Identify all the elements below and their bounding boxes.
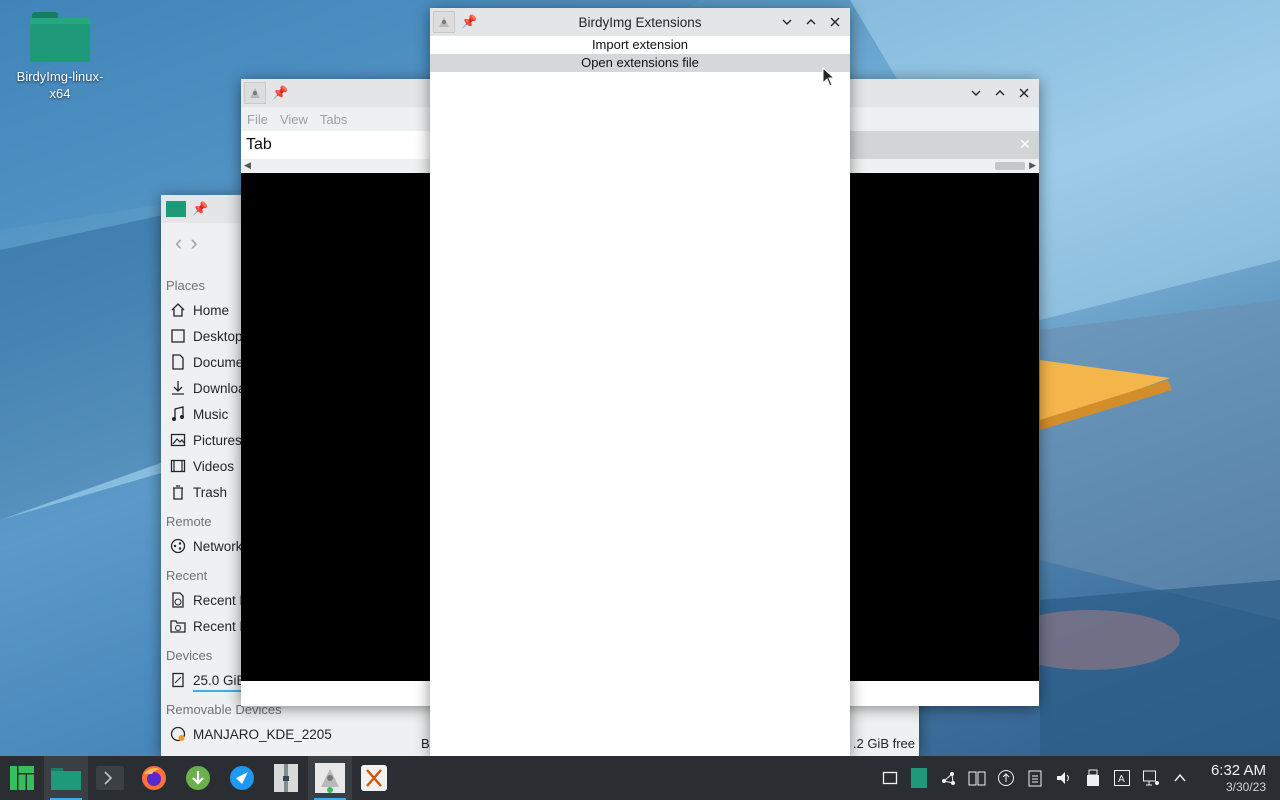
- trash-icon: [169, 483, 187, 501]
- show-desktop-icon[interactable]: [880, 768, 900, 788]
- taskbar-firefox[interactable]: [132, 756, 176, 800]
- taskbar: A 6:32 AM 3/30/23: [0, 756, 1280, 800]
- import-extension-button[interactable]: Import extension: [430, 36, 850, 54]
- mouse-cursor-icon: [822, 67, 836, 87]
- recent-files-icon: [169, 591, 187, 609]
- manjaro-logo-icon: [10, 766, 34, 790]
- digital-clock[interactable]: 6:32 AM 3/30/23: [1211, 762, 1266, 794]
- menu-view[interactable]: View: [280, 112, 308, 127]
- taskbar-birdyimg[interactable]: [308, 756, 352, 800]
- desktop-icon: [169, 327, 187, 345]
- folder-icon: [30, 10, 90, 62]
- archive-icon: [274, 764, 298, 792]
- music-icon: [169, 405, 187, 423]
- package-manager-icon[interactable]: [967, 768, 987, 788]
- taskbar-archiver[interactable]: [264, 756, 308, 800]
- home-icon: [169, 301, 187, 319]
- birdyimg-app-icon: [244, 82, 266, 104]
- kde-connect-icon[interactable]: [938, 768, 958, 788]
- usb-drive-icon: [169, 725, 187, 743]
- recent-locations-icon: [169, 617, 187, 635]
- network-icon[interactable]: [1141, 768, 1161, 788]
- window-controls: [967, 79, 1033, 107]
- places-item-label: Network: [193, 538, 243, 554]
- pager-icon[interactable]: [909, 768, 929, 788]
- application-launcher[interactable]: [0, 756, 44, 800]
- status-left-text: B: [421, 735, 430, 751]
- pin-icon[interactable]: 📌: [192, 201, 208, 217]
- maximize-icon[interactable]: [802, 13, 820, 31]
- discover-icon: [230, 766, 254, 790]
- cleaner-icon: [361, 765, 387, 791]
- clock-date: 3/30/23: [1225, 780, 1266, 794]
- places-item-label: Videos: [193, 458, 235, 474]
- taskbar-konsole[interactable]: [88, 756, 132, 800]
- minimize-icon[interactable]: [778, 13, 796, 31]
- forward-icon[interactable]: ›: [190, 230, 197, 256]
- clipboard-icon[interactable]: [1025, 768, 1045, 788]
- tab-close-icon[interactable]: ✕: [1017, 136, 1033, 152]
- places-item-label: Pictures: [193, 432, 242, 448]
- places-item-label: Home: [193, 302, 230, 318]
- network-icon: [169, 537, 187, 555]
- back-icon[interactable]: ‹: [175, 230, 182, 256]
- hard-drive-icon: [169, 671, 187, 689]
- birdyimg-icon: [315, 763, 345, 793]
- videos-icon: [169, 457, 187, 475]
- close-icon[interactable]: [826, 13, 844, 31]
- desktop-folder-birdyimg[interactable]: BirdyImg-linux-x64: [8, 10, 112, 102]
- terminal-icon: [96, 766, 124, 790]
- places-item-label: Music: [193, 406, 229, 422]
- taskbar-cleaner[interactable]: [352, 756, 396, 800]
- tab-main[interactable]: Tab: [241, 131, 431, 159]
- svg-text:A: A: [1118, 774, 1125, 785]
- pictures-icon: [169, 431, 187, 449]
- folder-icon: [51, 768, 81, 790]
- documents-icon: [169, 353, 187, 371]
- scroll-left-icon[interactable]: ◀: [244, 160, 251, 171]
- extensions-titlebar[interactable]: 📌 BirdyImg Extensions: [430, 8, 850, 36]
- firefox-icon: [142, 766, 166, 790]
- open-extensions-file-button[interactable]: Open extensions file: [430, 54, 850, 72]
- scroll-thumb[interactable]: [995, 162, 1025, 170]
- dolphin-app-icon: [166, 201, 186, 217]
- minimize-icon[interactable]: [967, 84, 985, 102]
- updates-icon[interactable]: [996, 768, 1016, 788]
- volume-icon[interactable]: [1054, 768, 1074, 788]
- maximize-icon[interactable]: [991, 84, 1009, 102]
- places-item-label: MANJARO_KDE_2205: [193, 726, 332, 742]
- places-item-usb[interactable]: MANJARO_KDE_2205: [161, 721, 406, 747]
- taskbar-downloader[interactable]: [176, 756, 220, 800]
- input-method-icon[interactable]: A: [1112, 768, 1132, 788]
- clock-time: 6:32 AM: [1210, 762, 1266, 779]
- free-space-text: .2 GiB free: [852, 735, 915, 751]
- menu-file[interactable]: File: [247, 112, 268, 127]
- download-icon: [169, 379, 187, 397]
- places-item-label: Trash: [193, 484, 228, 500]
- menu-tabs[interactable]: Tabs: [320, 112, 347, 127]
- pin-icon[interactable]: 📌: [461, 14, 477, 30]
- places-item-label: Desktop: [193, 328, 243, 344]
- taskbar-dolphin[interactable]: [44, 756, 88, 800]
- taskbar-discover[interactable]: [220, 756, 264, 800]
- desktop-folder-label: BirdyImg-linux-x64: [16, 69, 104, 101]
- usb-device-icon[interactable]: [1083, 768, 1103, 788]
- close-icon[interactable]: [1015, 84, 1033, 102]
- scroll-right-icon[interactable]: ▶: [1029, 160, 1036, 171]
- window-controls: [778, 8, 844, 36]
- pin-icon[interactable]: 📌: [272, 85, 288, 101]
- birdyimg-app-icon: [433, 11, 455, 33]
- system-tray: A: [880, 756, 1190, 800]
- chevron-up-icon[interactable]: [1170, 768, 1190, 788]
- extensions-window: 📌 BirdyImg Extensions Import extension O…: [430, 8, 850, 756]
- download-icon: [186, 766, 210, 790]
